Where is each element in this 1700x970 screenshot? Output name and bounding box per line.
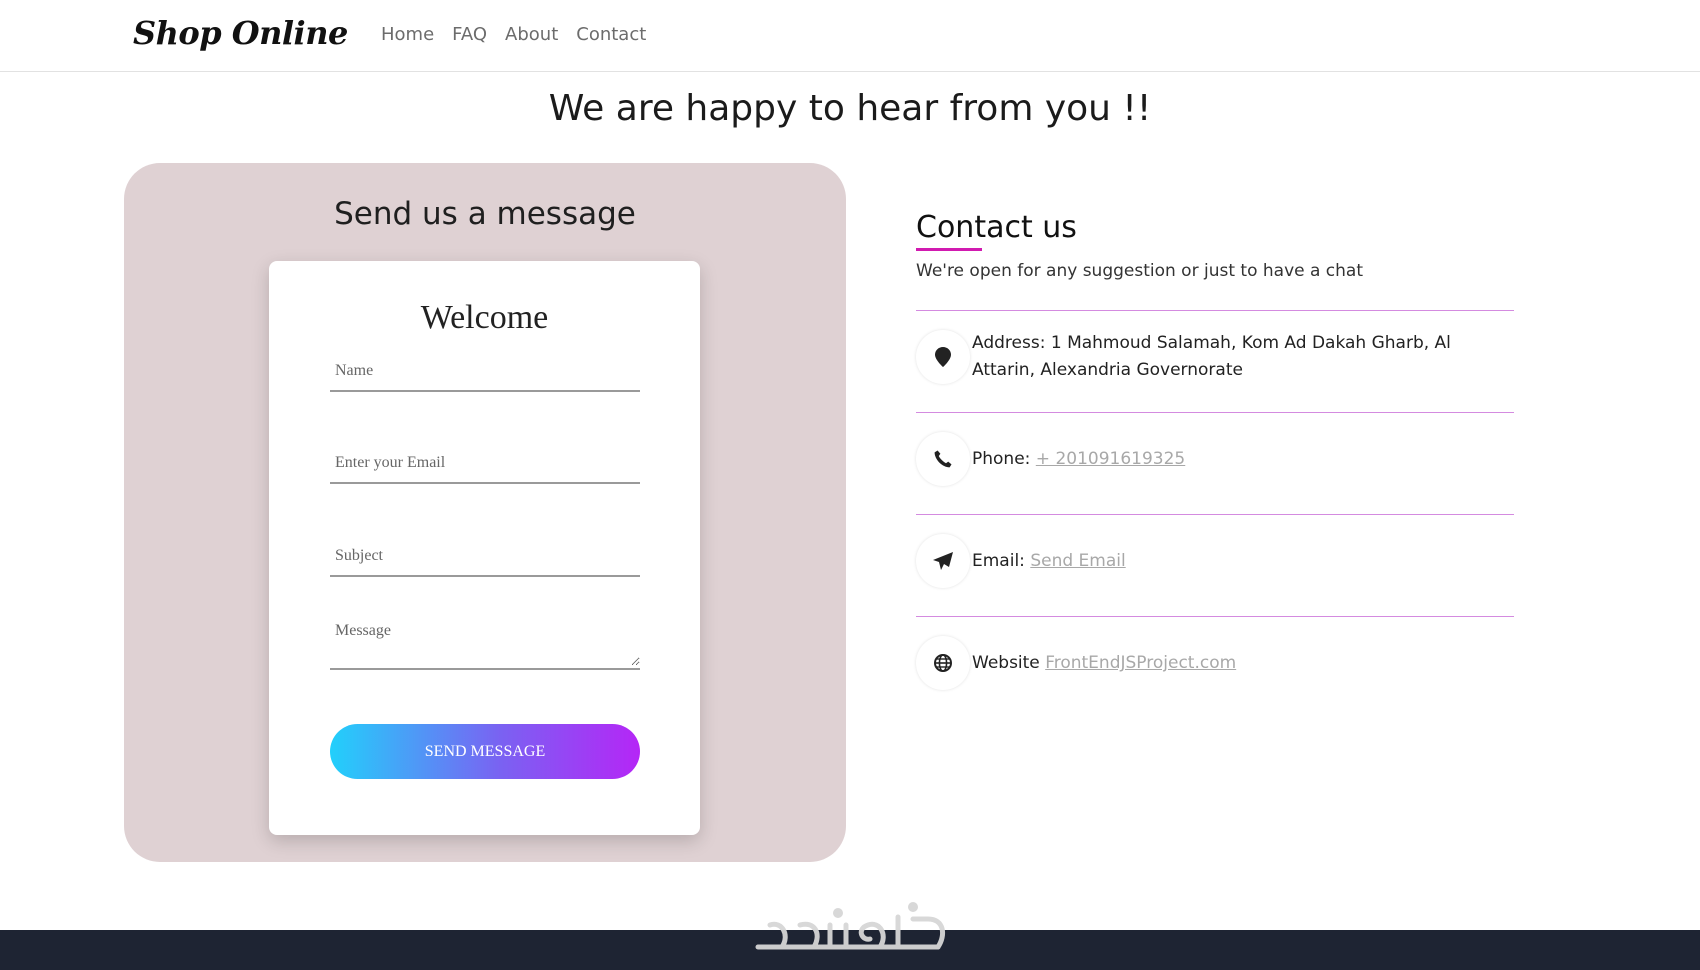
website-label: Website	[972, 653, 1040, 673]
phone-text: Phone: + 201091619325	[972, 432, 1185, 486]
email-input[interactable]	[330, 446, 640, 480]
name-field-wrapper	[330, 354, 640, 392]
form-welcome-heading: Welcome	[420, 299, 549, 336]
nav-links: Home FAQ About Contact	[381, 24, 646, 45]
paper-plane-icon	[916, 534, 970, 588]
subject-input[interactable]	[330, 539, 640, 573]
page-title: We are happy to hear from you !!	[548, 88, 1152, 129]
nav-link-home[interactable]: Home	[381, 24, 434, 45]
contact-form-card: Welcome SEND MESSAGE	[269, 261, 700, 835]
message-field-wrapper	[330, 616, 640, 670]
brand-logo[interactable]: Shop Online	[133, 14, 348, 52]
address-label: Address:	[972, 333, 1046, 353]
contact-subtitle: We're open for any suggestion or just to…	[916, 261, 1364, 281]
nav-link-contact[interactable]: Contact	[576, 24, 646, 45]
phone-row: Phone: + 201091619325	[916, 432, 1514, 486]
map-pin-icon	[916, 330, 970, 384]
contact-title: Contact us	[916, 210, 1077, 245]
website-row: Website FrontEndJSProject.com	[916, 636, 1514, 690]
email-row: Email: Send Email	[916, 534, 1514, 588]
email-label: Email:	[972, 551, 1025, 571]
watermark-logo	[755, 902, 946, 950]
divider	[916, 310, 1514, 311]
email-text: Email: Send Email	[972, 534, 1126, 588]
globe-icon	[916, 636, 970, 690]
message-panel: Send us a message Welcome SEND MESSAGE	[124, 163, 846, 862]
divider	[916, 514, 1514, 515]
navbar: Shop Online Home FAQ About Contact	[0, 0, 1700, 72]
address-row: Address: 1 Mahmoud Salamah, Kom Ad Dakah…	[916, 330, 1514, 384]
address-text: Address: 1 Mahmoud Salamah, Kom Ad Dakah…	[972, 330, 1514, 384]
subject-field-wrapper	[330, 539, 640, 577]
message-textarea[interactable]	[330, 616, 640, 666]
phone-label: Phone:	[972, 449, 1031, 469]
nav-link-faq[interactable]: FAQ	[452, 24, 487, 45]
phone-link[interactable]: + 201091619325	[1036, 449, 1185, 469]
divider	[916, 412, 1514, 413]
name-input[interactable]	[330, 354, 640, 388]
email-field-wrapper	[330, 446, 640, 484]
email-link[interactable]: Send Email	[1030, 551, 1125, 571]
website-link[interactable]: FrontEndJSProject.com	[1045, 653, 1236, 673]
send-message-button[interactable]: SEND MESSAGE	[330, 724, 640, 779]
phone-icon	[916, 432, 970, 486]
divider	[916, 616, 1514, 617]
website-text: Website FrontEndJSProject.com	[972, 636, 1236, 690]
title-underline	[916, 248, 982, 251]
panel-title: Send us a message	[334, 196, 636, 232]
nav-link-about[interactable]: About	[505, 24, 558, 45]
